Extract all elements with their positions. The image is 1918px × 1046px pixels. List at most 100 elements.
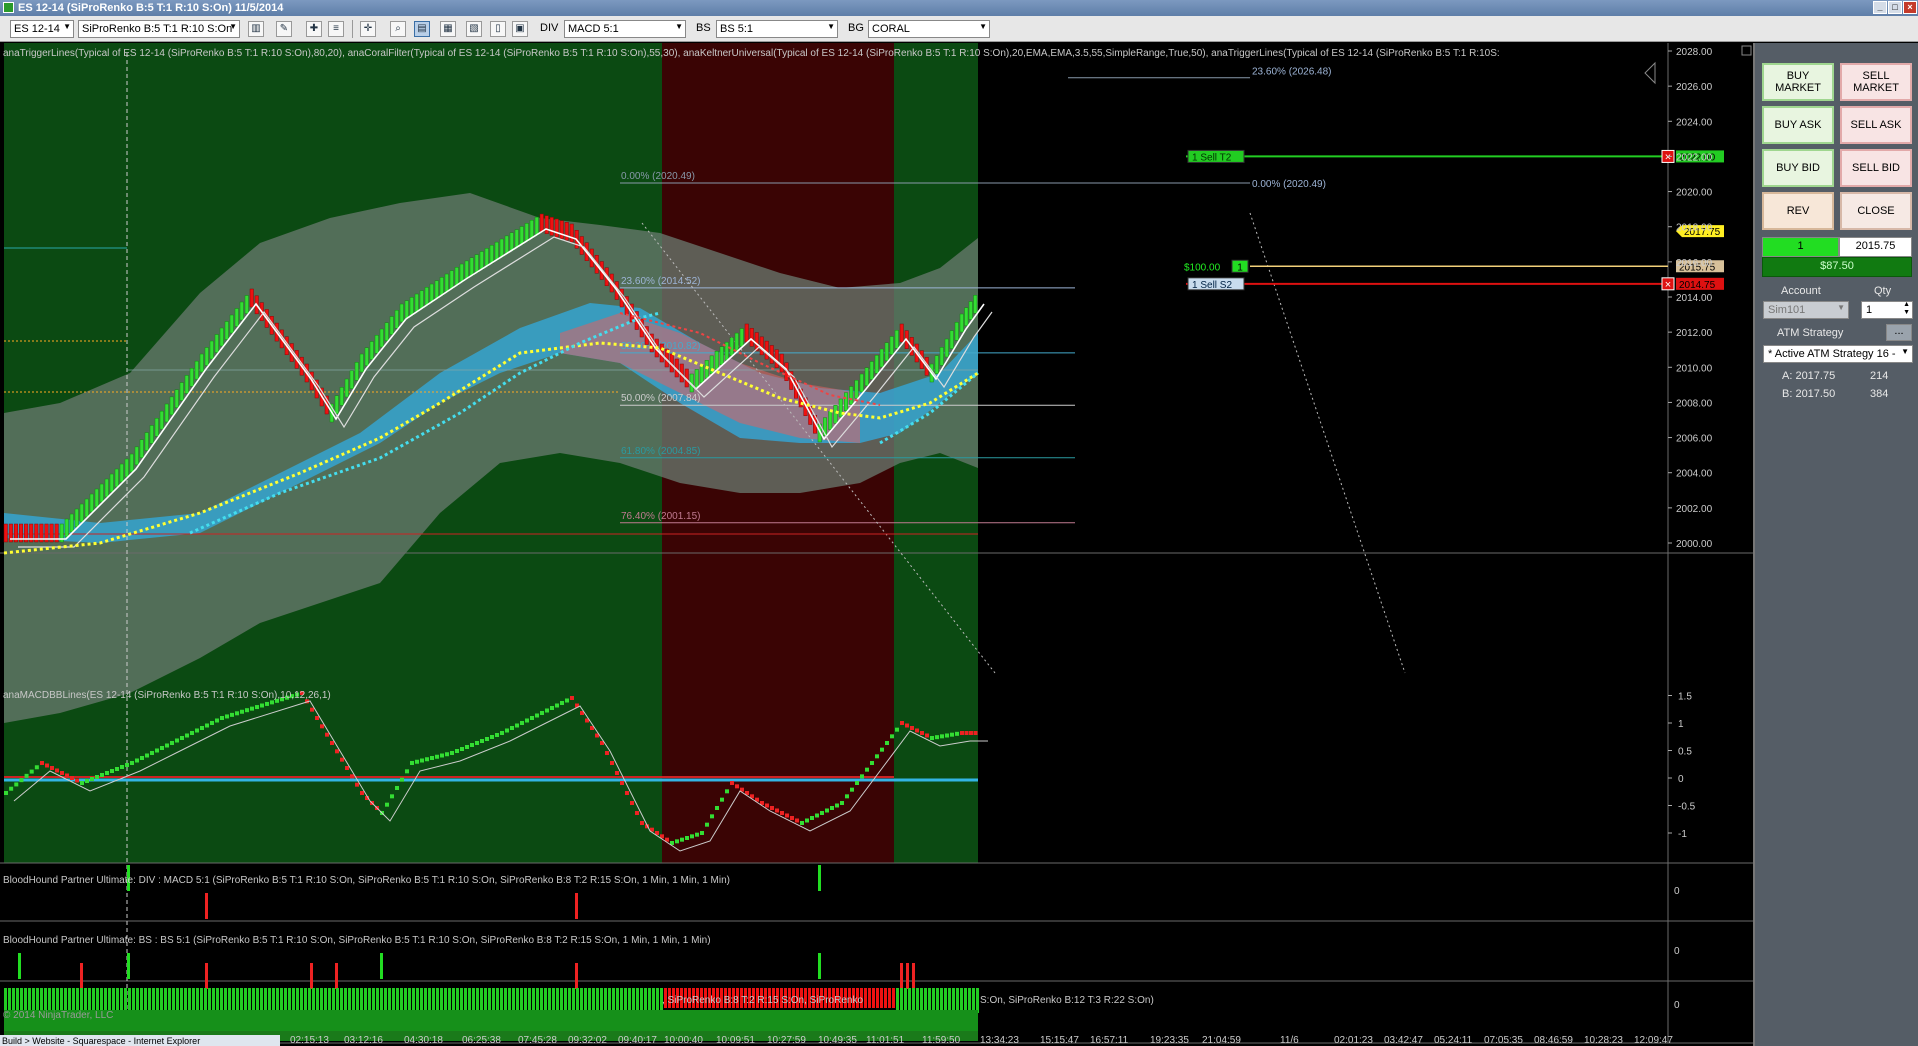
bid-size: 384 bbox=[1870, 388, 1889, 400]
macd-dot bbox=[410, 761, 414, 765]
bg-bar bbox=[388, 988, 391, 1013]
bg-bar bbox=[408, 988, 411, 1013]
properties-icon[interactable]: ≡ bbox=[328, 21, 344, 37]
page-icon[interactable]: ▯ bbox=[490, 21, 506, 37]
macd-dot bbox=[835, 803, 839, 808]
renko-brick bbox=[174, 389, 179, 408]
data-box-icon[interactable]: ▦ bbox=[440, 21, 456, 37]
renko-brick bbox=[364, 347, 369, 366]
renko-brick bbox=[339, 387, 344, 406]
bg-panel-title-right: S:On, SiProRenko B:12 T:3 R:22 S:On) bbox=[980, 995, 1154, 1006]
order-lines[interactable]: 1 Sell T2 × 2022.00 1 Sell S2 × 2014.75 $100.0… bbox=[1184, 149, 1724, 291]
renko-brick bbox=[389, 316, 394, 335]
bg-bar bbox=[640, 988, 643, 1013]
reverse-button[interactable]: REV bbox=[1762, 192, 1834, 230]
bg-bar bbox=[308, 988, 311, 1013]
price-chart-canvas[interactable]: 0.00% (2020.49)23.60% (2014.52)38.20% (2… bbox=[0, 43, 1753, 1046]
macd-dot bbox=[915, 728, 919, 733]
div-signal-bar bbox=[205, 893, 208, 919]
renko-brick bbox=[504, 235, 509, 255]
bg-bar bbox=[624, 988, 627, 1013]
close-window-button[interactable]: × bbox=[1903, 1, 1917, 14]
chart-trader-icon[interactable]: ▤ bbox=[414, 21, 430, 37]
bg-bar bbox=[152, 988, 155, 1013]
macd-dot bbox=[130, 761, 134, 765]
time-tick-label: 07:05:35 bbox=[1484, 1035, 1523, 1046]
renko-brick bbox=[734, 332, 739, 352]
time-tick-label: 08:46:59 bbox=[1534, 1035, 1573, 1046]
macd-dot bbox=[960, 731, 964, 735]
time-tick-label: 11:01:51 bbox=[866, 1035, 905, 1046]
bars-type-value: SiProRenko B:5 T:1 R:10 S:On bbox=[82, 23, 233, 35]
bars-type-select[interactable]: SiProRenko B:5 T:1 R:10 S:On ▼ bbox=[78, 20, 240, 38]
close-position-button[interactable]: CLOSE bbox=[1840, 192, 1912, 230]
renko-brick bbox=[949, 330, 954, 349]
renko-brick bbox=[564, 222, 569, 241]
chevron-down-icon: ▼ bbox=[979, 22, 987, 31]
renko-brick bbox=[524, 223, 529, 242]
macd-dot bbox=[245, 708, 249, 713]
macd-dot bbox=[315, 716, 319, 720]
bars-style-icon[interactable]: ▥ bbox=[248, 21, 264, 37]
sell-ask-button[interactable]: SELL ASK bbox=[1840, 106, 1912, 144]
price-tick-label: 2014.00 bbox=[1676, 293, 1713, 304]
macd-dot bbox=[830, 806, 834, 810]
add-indicator-icon[interactable]: ✚ bbox=[306, 21, 322, 37]
order-price-tag-label: 2014.75 bbox=[1679, 280, 1716, 291]
stepper-arrows-icon[interactable]: ▲ ▼ bbox=[1903, 301, 1910, 317]
fib-right-label: 0.00% (2020.49) bbox=[1252, 179, 1326, 190]
maximize-button[interactable]: □ bbox=[1888, 1, 1902, 14]
buy-market-button[interactable]: BUY MARKET bbox=[1762, 63, 1834, 101]
instrument-select[interactable]: ES 12-14 ▼ bbox=[10, 20, 74, 38]
macd-dot bbox=[210, 721, 214, 725]
time-tick-label: 04:30:18 bbox=[404, 1035, 443, 1046]
bg-bar bbox=[656, 988, 659, 1013]
snapshot-icon[interactable]: ▧ bbox=[466, 21, 482, 37]
macd-dot bbox=[950, 732, 954, 737]
renko-brick bbox=[954, 322, 959, 341]
macd-tick-label: -0.5 bbox=[1678, 802, 1696, 813]
renko-brick bbox=[189, 368, 194, 387]
renko-brick bbox=[369, 341, 374, 360]
chart-area[interactable]: 0.00% (2020.49) 23.60% (2014.52) 38.20% (2… bbox=[0, 43, 1753, 1046]
macd-dot bbox=[445, 752, 449, 757]
macd-dot bbox=[530, 716, 534, 720]
bg-bar bbox=[880, 988, 883, 1008]
atm-options-button[interactable]: ... bbox=[1886, 324, 1912, 341]
price-tick-label: 2018.00 bbox=[1676, 223, 1713, 234]
qty-stepper[interactable]: 1 ▲ ▼ bbox=[1861, 301, 1913, 319]
atm-strategy-select[interactable]: * Active ATM Strategy 16 - ▼ bbox=[1763, 345, 1913, 363]
account-select[interactable]: Sim101 ▼ bbox=[1763, 301, 1849, 319]
chart-toolbar: ES 12-14 ▼ SiProRenko B:5 T:1 R:10 S:On ▼ … bbox=[0, 16, 1918, 42]
bg-bar bbox=[260, 988, 263, 1013]
minimize-button[interactable]: _ bbox=[1873, 1, 1887, 14]
window-linking-icon[interactable]: ▣ bbox=[512, 21, 528, 37]
bg-bar bbox=[224, 988, 227, 1013]
zoom-icon[interactable]: ⌕ bbox=[390, 21, 406, 37]
bg-select[interactable]: CORAL ▼ bbox=[868, 20, 990, 38]
time-tick-label: 02:15:13 bbox=[290, 1035, 329, 1046]
price-tick-label: 2002.00 bbox=[1676, 504, 1713, 515]
sell-market-button[interactable]: SELL MARKET bbox=[1840, 63, 1912, 101]
price-tick-label: 2022.00 bbox=[1676, 152, 1713, 163]
bs-select[interactable]: BS 5:1 ▼ bbox=[716, 20, 838, 38]
bg-bar bbox=[940, 988, 943, 1013]
bg-bar bbox=[332, 988, 335, 1013]
bg-bar bbox=[600, 988, 603, 1013]
renko-brick bbox=[104, 478, 109, 498]
macd-dot bbox=[850, 787, 854, 792]
bs-signal-bar bbox=[575, 963, 578, 989]
renko-brick bbox=[499, 238, 504, 258]
bg-bar bbox=[540, 988, 543, 1013]
bg-bar bbox=[956, 988, 959, 1013]
crosshair-icon[interactable]: ✛ bbox=[360, 21, 376, 37]
div-select[interactable]: MACD 5:1 ▼ bbox=[564, 20, 686, 38]
fib-right-label: 23.60% (2026.48) bbox=[1252, 67, 1332, 78]
sell-bid-button[interactable]: SELL BID bbox=[1840, 149, 1912, 187]
buy-ask-button[interactable]: BUY ASK bbox=[1762, 106, 1834, 144]
macd-dot bbox=[450, 751, 454, 755]
drawing-pencil-icon[interactable]: ✎ bbox=[276, 21, 292, 37]
macd-dot bbox=[14, 782, 19, 787]
renko-brick bbox=[884, 342, 889, 361]
buy-bid-button[interactable]: BUY BID bbox=[1762, 149, 1834, 187]
